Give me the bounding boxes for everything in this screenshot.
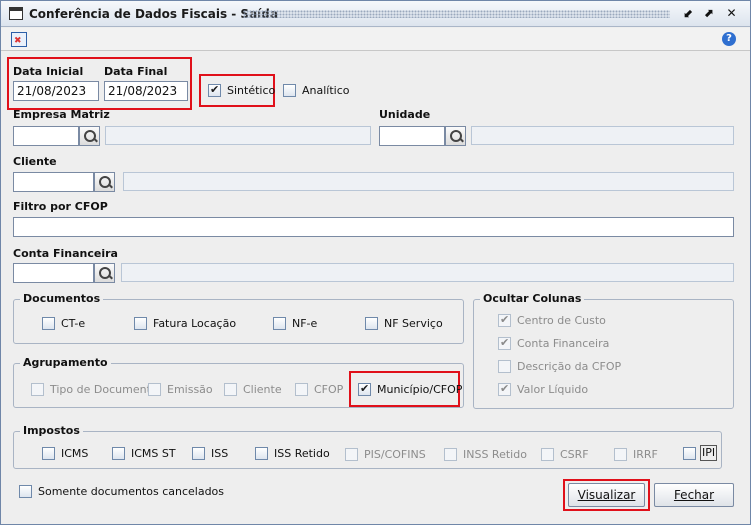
- nf-servico-checkbox[interactable]: [365, 317, 378, 330]
- conta-code-input[interactable]: [13, 263, 94, 283]
- fechar-button-label: Fechar: [673, 488, 715, 502]
- cancelados-checkbox[interactable]: [19, 485, 32, 498]
- tipo-documento-checkbox[interactable]: [31, 383, 44, 396]
- icms-label: ICMS: [61, 447, 89, 460]
- conta-search-icon[interactable]: [94, 263, 115, 283]
- valor-liquido-checkbox[interactable]: [498, 382, 511, 396]
- empresa-code-input[interactable]: [13, 126, 79, 146]
- cfop-group-checkbox[interactable]: [295, 383, 308, 396]
- unidade-label: Unidade: [379, 108, 431, 121]
- sintetico-checkbox[interactable]: [208, 83, 221, 97]
- emissao-checkbox[interactable]: [148, 383, 161, 396]
- inss-retido-checkbox[interactable]: [444, 448, 457, 461]
- cfop-filter-input[interactable]: [13, 217, 734, 237]
- impostos-group-label: Impostos: [20, 424, 83, 437]
- cliente-code-input[interactable]: [13, 172, 94, 192]
- conta-financeira-checkbox[interactable]: [498, 336, 511, 350]
- cliente-label: Cliente: [13, 155, 57, 168]
- irrf-checkbox[interactable]: [614, 448, 627, 461]
- iss-checkbox[interactable]: [192, 447, 205, 460]
- unidade-code-input[interactable]: [379, 126, 445, 146]
- descricao-cfop-checkbox[interactable]: [498, 360, 511, 373]
- irrf-label: IRRF: [633, 448, 658, 461]
- csrf-checkbox[interactable]: [541, 448, 554, 461]
- cliente-name-display: [123, 172, 734, 191]
- iss-retido-checkbox[interactable]: [255, 447, 268, 460]
- conta-financeira-col-label: Conta Financeira: [517, 337, 610, 350]
- fechar-button[interactable]: Fechar: [654, 483, 734, 507]
- iss-retido-label: ISS Retido: [274, 447, 330, 460]
- cfop-group-label: CFOP: [314, 383, 344, 396]
- visualizar-button[interactable]: Visualizar: [568, 483, 645, 507]
- main-window: Conferência de Dados Fiscais - Saída ⬋ ⬈…: [0, 0, 751, 525]
- empresa-name-display: [105, 126, 371, 145]
- unidade-name-display: [471, 126, 734, 145]
- empresa-search-icon[interactable]: [79, 126, 100, 146]
- cte-checkbox[interactable]: [42, 317, 55, 330]
- end-date-field[interactable]: 21/08/2023: [104, 81, 188, 101]
- descricao-cfop-label: Descrição da CFOP: [517, 360, 622, 373]
- window-title: Conferência de Dados Fiscais - Saída: [29, 7, 278, 21]
- icms-checkbox[interactable]: [42, 447, 55, 460]
- cliente-group-checkbox[interactable]: [224, 383, 237, 396]
- municipio-cfop-label: Município/CFOP: [377, 383, 463, 396]
- title-bar: Conferência de Dados Fiscais - Saída ⬋ ⬈…: [1, 1, 750, 27]
- iss-label: ISS: [211, 447, 229, 460]
- pis-cofins-checkbox[interactable]: [345, 448, 358, 461]
- ipi-checkbox[interactable]: [683, 447, 696, 460]
- csrf-label: CSRF: [560, 448, 589, 461]
- fatura-locacao-label: Fatura Locação: [153, 317, 237, 330]
- start-date-label: Data Inicial: [13, 65, 84, 78]
- agrupamento-group-label: Agrupamento: [20, 356, 111, 369]
- inss-retido-label: INSS Retido: [463, 448, 527, 461]
- ipi-label: IPI: [700, 445, 718, 461]
- emissao-label: Emissão: [167, 383, 213, 396]
- conta-label: Conta Financeira: [13, 247, 118, 260]
- icms-st-checkbox[interactable]: [112, 447, 125, 460]
- maximize-icon[interactable]: ⬈: [701, 6, 716, 21]
- end-date-label: Data Final: [104, 65, 168, 78]
- cte-label: CT-e: [61, 317, 86, 330]
- documentos-group-label: Documentos: [20, 292, 104, 305]
- cancelados-label: Somente documentos cancelados: [38, 485, 225, 498]
- valor-liquido-label: Valor Líquido: [517, 383, 589, 396]
- cliente-search-icon[interactable]: [94, 172, 115, 192]
- empresa-label: Empresa Matriz: [13, 108, 110, 121]
- cfop-filter-label: Filtro por CFOP: [13, 200, 108, 213]
- help-icon[interactable]: ?: [722, 32, 736, 46]
- centro-custo-label: Centro de Custo: [517, 314, 606, 327]
- pis-cofins-label: PIS/COFINS: [364, 448, 426, 461]
- toolbar: ?: [1, 28, 750, 51]
- restore-icon[interactable]: ⬋: [681, 6, 696, 21]
- fatura-locacao-checkbox[interactable]: [134, 317, 147, 330]
- nfe-checkbox[interactable]: [273, 317, 286, 330]
- nf-servico-label: NF Serviço: [384, 317, 443, 330]
- export-icon[interactable]: [11, 32, 27, 47]
- conta-name-display: [121, 263, 734, 282]
- tipo-documento-label: Tipo de Documento: [50, 383, 158, 396]
- analitico-checkbox[interactable]: [283, 84, 296, 97]
- sintetico-label: Sintético: [227, 84, 276, 97]
- municipio-cfop-checkbox[interactable]: [358, 382, 371, 396]
- window-icon: [9, 7, 23, 20]
- analitico-label: Analítico: [302, 84, 350, 97]
- centro-custo-checkbox[interactable]: [498, 313, 511, 327]
- start-date-field[interactable]: 21/08/2023: [13, 81, 99, 101]
- unidade-search-icon[interactable]: [445, 126, 466, 146]
- close-icon[interactable]: ✕: [724, 6, 739, 21]
- cliente-group-label: Cliente: [243, 383, 282, 396]
- nfe-label: NF-e: [292, 317, 318, 330]
- ocultar-colunas-group-label: Ocultar Colunas: [480, 292, 585, 305]
- icms-st-label: ICMS ST: [131, 447, 176, 460]
- visualizar-button-label: Visualizar: [577, 488, 636, 502]
- title-bar-grip: [243, 10, 670, 18]
